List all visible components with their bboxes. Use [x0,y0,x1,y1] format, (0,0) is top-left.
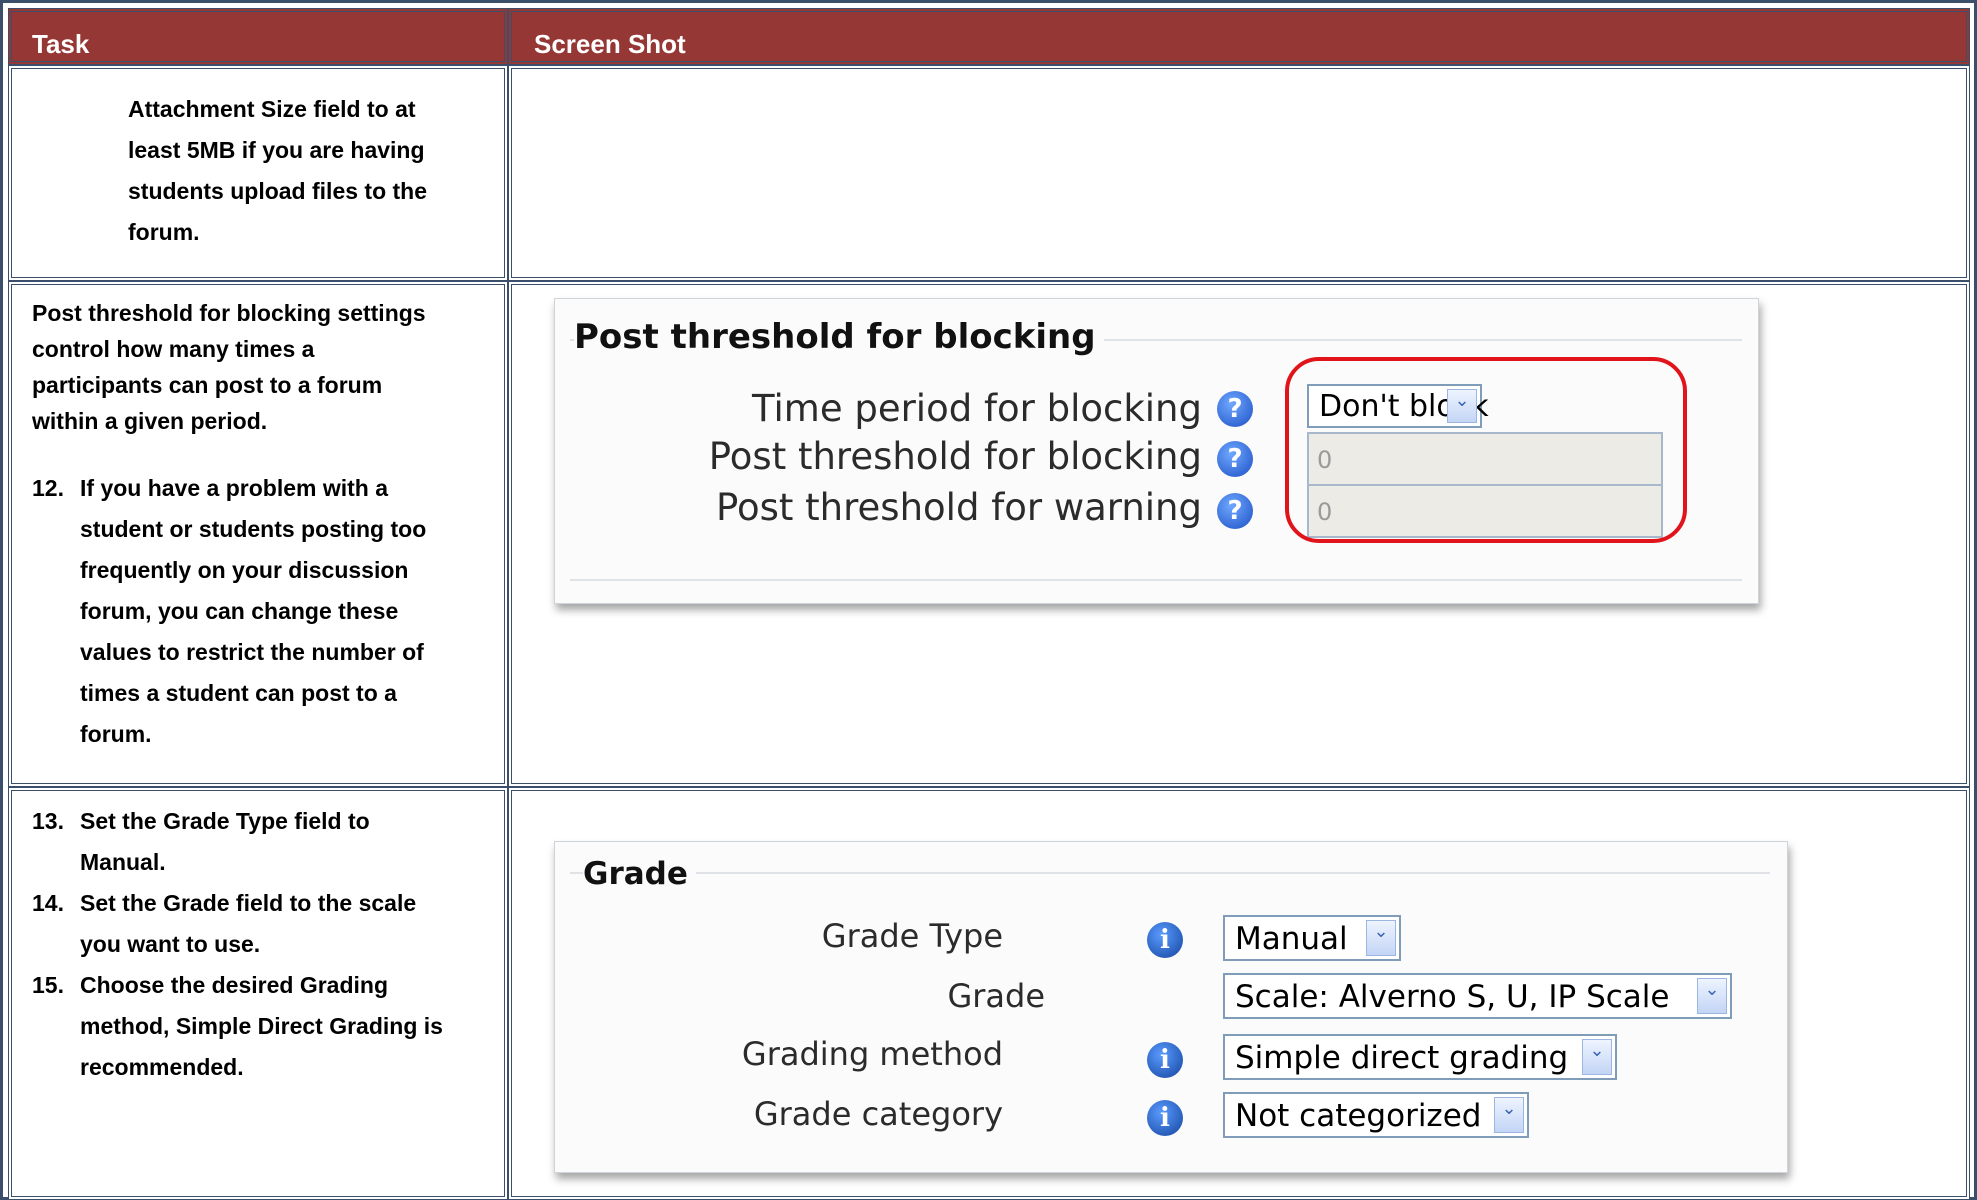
row1-line: least 5MB if you are having [128,137,425,163]
step-line: frequently on your discussion [80,557,409,583]
grading-method-value: Simple direct grading [1235,1040,1569,1076]
grade-type-label: Grade Type [821,917,1003,955]
chevron-down-icon[interactable]: ⌄ [1494,1097,1524,1133]
row1-instructions: Attachment Size field to at least 5MB if… [128,89,427,253]
header-task-label: Task [32,29,90,59]
grade-type-value: Manual [1235,921,1348,957]
step-line: forum. [80,721,152,747]
grade-label: Grade [947,977,1045,1015]
grade-category-value: Not categorized [1235,1098,1482,1134]
step-line: forum, you can change these [80,598,399,624]
row1-task-cell: Attachment Size field to at least 5MB if… [8,65,508,281]
step-12: 12. If you have a problem with a student … [32,468,426,755]
header-screenshot-cell: Screen Shot [508,8,1970,65]
step-line: method, Simple Direct Grading is [80,1013,443,1039]
step-line: times a student can post to a [80,680,397,706]
step-line: Choose the desired Grading [80,972,388,998]
highlight-circle [1285,357,1687,543]
chevron-down-icon[interactable]: ⌄ [1582,1039,1612,1075]
header-screenshot-label: Screen Shot [534,29,686,59]
grade-category-select[interactable]: Not categorized ⌄ [1223,1092,1529,1138]
help-icon[interactable]: ? [1217,493,1253,529]
intro-line: participants can post to a forum [32,372,383,398]
grade-value: Scale: Alverno S, U, IP Scale [1235,979,1670,1015]
intro-line: Post threshold for blocking settings [32,300,426,326]
row3-screenshot-cell: Grade Grade Type i Manual ⌄ Grade Scale:… [508,787,1970,1200]
row1-screenshot-cell [508,65,1970,281]
chevron-down-icon[interactable]: ⌄ [1697,978,1727,1014]
chevron-down-icon[interactable]: ⌄ [1366,920,1396,956]
row2-intro: Post threshold for blocking settings con… [32,295,426,439]
intro-line: within a given period. [32,408,268,434]
info-icon[interactable]: i [1147,1100,1183,1136]
post-threshold-label: Post threshold for blocking [708,435,1202,478]
grade-legend: Grade [583,856,696,892]
step-line: If you have a problem with a [80,475,389,501]
row3-task-cell: 13. Set the Grade Type field to Manual. 1… [8,787,508,1200]
help-icon[interactable]: ? [1217,441,1253,477]
header-task-cell: Task [8,8,508,65]
row1-line: forum. [128,219,200,245]
info-icon[interactable]: i [1147,922,1183,958]
step-number: 15. [32,972,64,998]
step-line: Manual. [80,849,166,875]
grade-category-label: Grade category [753,1095,1003,1133]
blocking-settings-panel: Post threshold for blocking Time period … [554,298,1759,604]
grade-type-select[interactable]: Manual ⌄ [1223,915,1401,961]
step-line: Set the Grade field to the scale [80,890,417,916]
row2-task-cell: Post threshold for blocking settings con… [8,281,508,787]
grading-method-label: Grading method [741,1035,1003,1073]
step-number: 12. [32,475,64,501]
info-icon[interactable]: i [1147,1042,1183,1078]
fieldset-rule [570,579,1742,581]
row2-screenshot-cell: Post threshold for blocking Time period … [508,281,1970,787]
help-icon[interactable]: ? [1217,391,1253,427]
intro-line: control how many times a [32,336,315,362]
grade-select[interactable]: Scale: Alverno S, U, IP Scale ⌄ [1223,973,1732,1019]
step-number: 13. [32,808,64,834]
step-line: you want to use. [80,931,261,957]
warning-threshold-label: Post threshold for warning [716,486,1202,529]
step-line: student or students posting too [80,516,427,542]
grade-settings-panel: Grade Grade Type i Manual ⌄ Grade Scale:… [554,841,1788,1173]
step-line: Set the Grade Type field to [80,808,370,834]
step-line: recommended. [80,1054,244,1080]
step-line: values to restrict the number of [80,639,424,665]
row1-line: Attachment Size field to at [128,96,416,122]
fieldset-rule [570,872,1770,874]
grading-method-select[interactable]: Simple direct grading ⌄ [1223,1034,1617,1080]
blocking-legend: Post threshold for blocking [574,317,1104,357]
row1-line: students upload files to the [128,178,428,204]
row3-steps: 13. Set the Grade Type field to Manual. 1… [32,801,443,1088]
time-period-label: Time period for blocking [752,387,1202,430]
step-number: 14. [32,890,64,916]
